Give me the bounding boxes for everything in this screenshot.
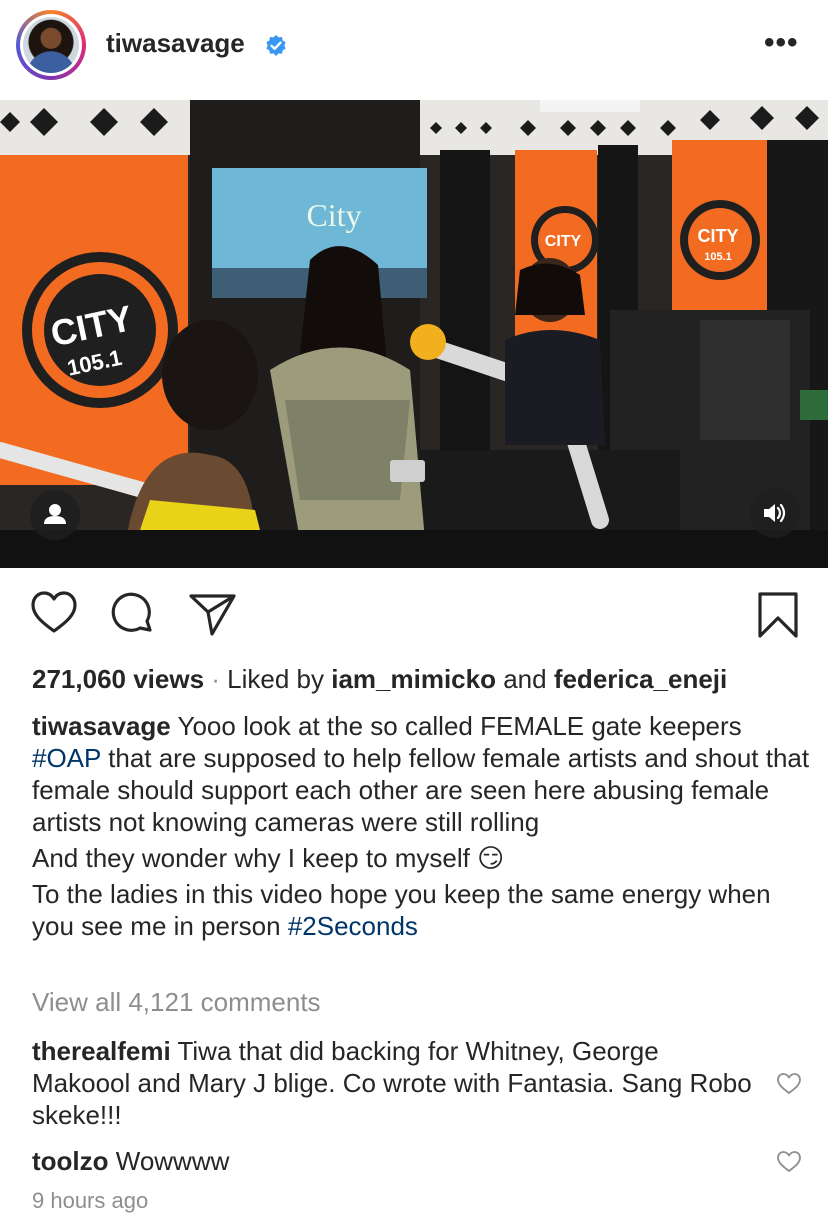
post-timestamp: 9 hours ago [32, 1188, 149, 1213]
avatar[interactable] [16, 10, 86, 80]
post-header: tiwasavage ••• [0, 0, 828, 98]
liker-username-2[interactable]: federica_eneji [554, 664, 727, 694]
sound-toggle-button[interactable] [750, 488, 800, 538]
verified-badge-icon [266, 35, 286, 56]
comment-item: therealfemi Tiwa that did backing for Wh… [32, 1035, 752, 1131]
caption-author[interactable]: tiwasavage [32, 711, 171, 741]
post-stats: 271,060 views · Liked by iam_mimicko and… [32, 664, 727, 695]
username[interactable]: tiwasavage [106, 28, 245, 59]
speaker-icon [764, 503, 786, 523]
tv-screen-text: City [306, 197, 361, 233]
right-logo-frequency: 105.1 [704, 251, 732, 263]
comment-username[interactable]: therealfemi [32, 1036, 171, 1066]
post-video[interactable]: City CITY 105.1 CITY CITY 105.1 [0, 100, 828, 568]
hashtag-2seconds[interactable]: #2Seconds [288, 911, 418, 941]
tagged-users-button[interactable] [30, 490, 80, 540]
avatar-image [20, 14, 82, 76]
stats-separator: · [204, 664, 228, 694]
comment-like-heart-icon[interactable] [776, 1072, 802, 1096]
liker-username-1[interactable]: iam_mimicko [331, 664, 496, 694]
right-logo-brand: CITY [697, 226, 738, 246]
more-options-icon[interactable]: ••• [764, 28, 799, 58]
view-count[interactable]: 271,060 views [32, 664, 204, 694]
view-all-comments-link[interactable]: View all 4,121 comments [32, 987, 321, 1018]
comment-text: Wowwww [108, 1146, 230, 1176]
user-icon [44, 504, 66, 524]
right-logo-small-brand: CITY [545, 233, 582, 250]
smirk-emoji: 😏 [477, 843, 505, 873]
paper-plane-icon[interactable] [188, 590, 238, 638]
comment-item: toolzo Wowwww [32, 1145, 752, 1177]
comment-username[interactable]: toolzo [32, 1146, 109, 1176]
caption-text-1-rest: that are supposed to help fellow female … [32, 743, 810, 837]
comment-bubble-icon[interactable] [108, 590, 158, 640]
caption-text-2: And they wonder why I keep to myself [32, 843, 478, 873]
liked-by-and: and [495, 664, 554, 694]
comment-like-heart-icon[interactable] [776, 1150, 802, 1174]
caption-text-1: Yooo look at the so called FEMALE gate k… [170, 711, 742, 741]
liked-by-prefix: Liked by [227, 664, 332, 694]
post-caption: tiwasavage Yooo look at the so called FE… [32, 710, 812, 942]
hashtag-oap[interactable]: #OAP [32, 743, 101, 773]
action-bar [0, 590, 828, 650]
heart-icon[interactable] [30, 590, 78, 636]
bookmark-icon[interactable] [756, 590, 800, 640]
